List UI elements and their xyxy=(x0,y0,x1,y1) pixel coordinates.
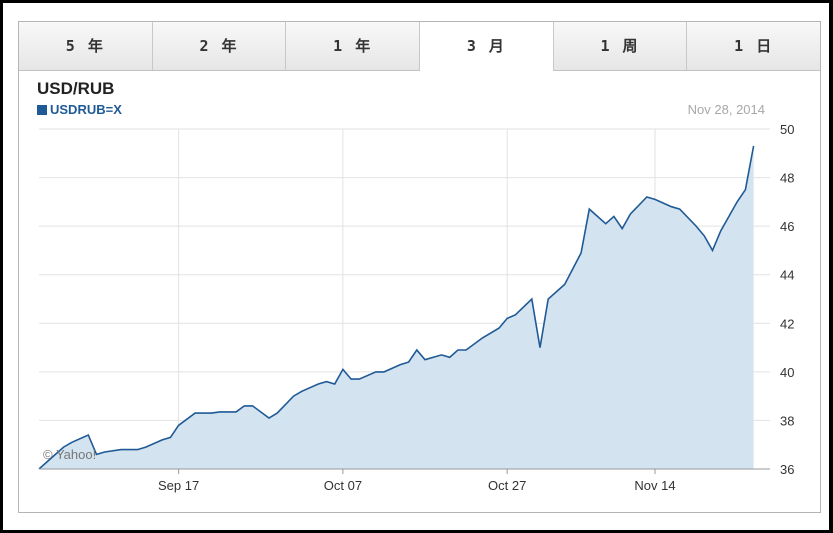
y-tick-label: 36 xyxy=(780,462,794,477)
y-tick-label: 40 xyxy=(780,365,794,380)
y-axis-ticks: 36 38 40 42 44 46 48 50 xyxy=(780,122,794,477)
x-tick-label: Nov 14 xyxy=(634,478,675,493)
y-tick-label: 44 xyxy=(780,268,794,283)
x-tick-label: Oct 07 xyxy=(324,478,362,493)
y-tick-label: 48 xyxy=(780,171,794,186)
tab-3-months[interactable]: 3 月 xyxy=(420,22,554,71)
x-tick-label: Sep 17 xyxy=(158,478,199,493)
y-tick-label: 42 xyxy=(780,316,794,331)
y-tick-label: 50 xyxy=(780,122,794,137)
chart-panel: 5 年 2 年 1 年 3 月 1 周 1 日 USD/RUB USDRUB=X… xyxy=(18,21,821,513)
watermark: © Yahoo! xyxy=(43,447,96,462)
x-axis-ticks: Sep 17 Oct 07 Oct 27 Nov 14 xyxy=(158,469,676,493)
x-tick-label: Oct 27 xyxy=(488,478,526,493)
y-tick-label: 46 xyxy=(780,219,794,234)
window-frame: 5 年 2 年 1 年 3 月 1 周 1 日 USD/RUB USDRUB=X… xyxy=(3,3,829,530)
chart-canvas: 36 38 40 42 44 46 48 50 Sep 17 Oct 07 Oct 27 Nov 1… xyxy=(38,122,794,493)
y-tick-label: 38 xyxy=(780,413,794,428)
